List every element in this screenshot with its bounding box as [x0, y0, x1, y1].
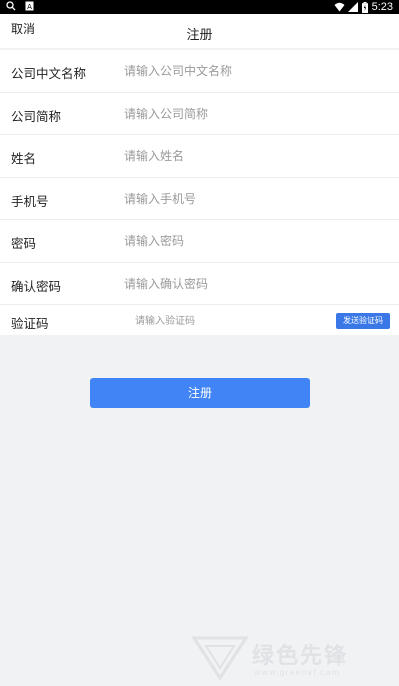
registration-form: 公司中文名称 公司简称 姓名 手机号 密码 确认密码 验证码 发送验证码 [0, 50, 399, 335]
wifi-icon [334, 2, 345, 12]
field-row-verification-code: 验证码 发送验证码 [0, 305, 399, 335]
field-row-confirm-password: 确认密码 [0, 263, 399, 305]
field-row-company-name: 公司中文名称 [0, 50, 399, 93]
company-short-name-input[interactable] [124, 102, 374, 125]
password-input[interactable] [124, 230, 374, 252]
battery-icon [361, 2, 368, 14]
watermark-subtext: www.greenxf.com [254, 668, 341, 677]
a-icon: A [25, 1, 35, 11]
company-short-name-label: 公司简称 [11, 108, 62, 124]
page-title: 注册 [186, 28, 213, 43]
field-row-name: 姓名 [0, 135, 399, 178]
password-label: 密码 [11, 236, 37, 251]
signal-icon [347, 2, 358, 12]
field-row-company-short-name: 公司简称 [0, 93, 399, 135]
verification-code-input[interactable] [135, 310, 315, 332]
navigation-header: 取消 注册 [0, 14, 399, 48]
send-code-button[interactable]: 发送验证码 [336, 313, 390, 329]
field-row-phone: 手机号 [0, 178, 399, 220]
watermark-text: 绿色先锋 [252, 644, 349, 669]
phone-label: 手机号 [11, 193, 49, 209]
phone-input[interactable] [124, 187, 374, 210]
confirm-password-label: 确认密码 [11, 278, 62, 294]
register-button[interactable]: 注册 [90, 378, 310, 408]
company-name-label: 公司中文名称 [11, 66, 87, 81]
watermark-logo-icon [191, 636, 249, 681]
company-name-input[interactable] [124, 60, 374, 82]
field-row-password: 密码 [0, 220, 399, 263]
watermark: 绿色先锋 www.greenxf.com [190, 632, 395, 682]
verification-code-label: 验证码 [11, 316, 49, 331]
svg-text:A: A [27, 3, 32, 11]
status-time: 5:23 [371, 1, 393, 13]
name-label: 姓名 [11, 151, 37, 166]
status-bar: A 5:23 [0, 0, 399, 14]
confirm-password-input[interactable] [124, 272, 374, 295]
search-icon [6, 1, 16, 11]
name-input[interactable] [124, 145, 374, 167]
